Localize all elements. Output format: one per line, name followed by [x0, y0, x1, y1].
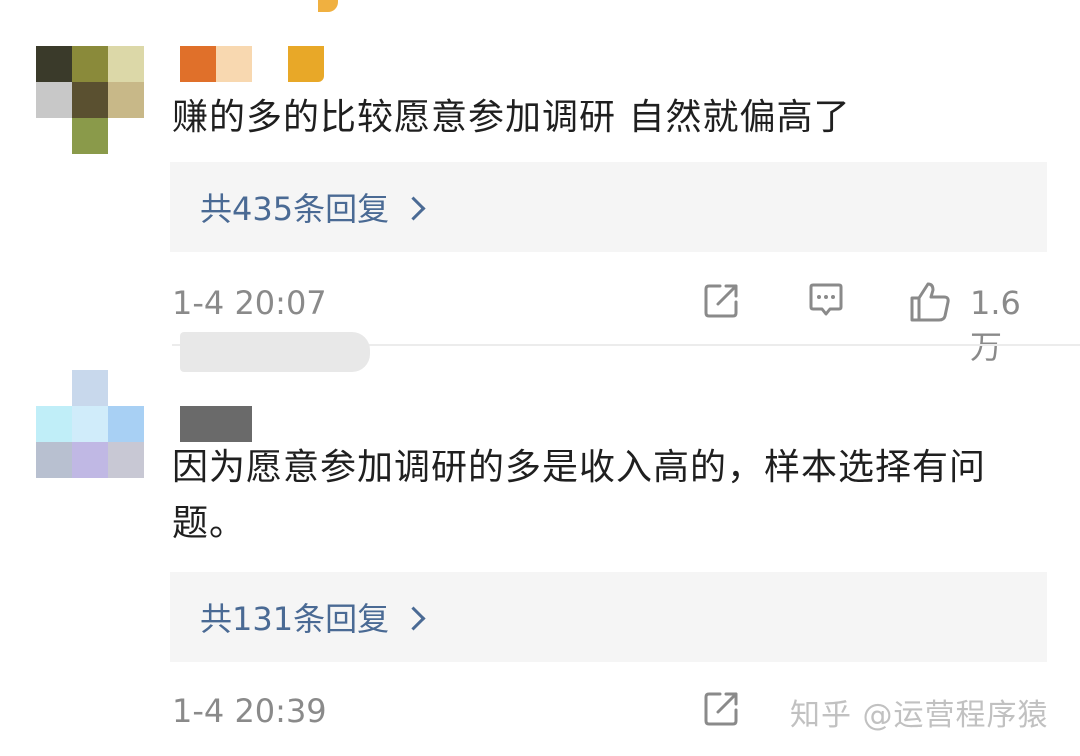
share-icon[interactable]: [702, 280, 742, 320]
username[interactable]: [180, 406, 252, 442]
comment-text: 因为愿意参加调研的多是收入高的，样本选择有问题。: [172, 447, 987, 544]
chevron-right-icon: [401, 195, 426, 221]
like-count: 1.6万: [970, 284, 1021, 366]
timestamp: 1-4 20:07: [172, 284, 327, 322]
reply-count-label: 共435条回复: [200, 190, 390, 228]
comment-icon[interactable]: [806, 280, 846, 320]
sticker-fragment: [318, 0, 338, 12]
watermark: 知乎 @运营程序猿: [790, 698, 1049, 733]
blurred-region: [180, 332, 370, 372]
timestamp: 1-4 20:39: [172, 692, 327, 730]
share-icon[interactable]: [702, 688, 742, 728]
chevron-right-icon: [401, 605, 426, 631]
view-replies-button[interactable]: 共131条回复: [170, 572, 1047, 662]
like-icon[interactable]: [908, 280, 952, 324]
comment-text: 赚的多的比较愿意参加调研 自然就偏高了: [172, 97, 851, 138]
username[interactable]: [180, 46, 324, 82]
avatar[interactable]: [36, 46, 144, 154]
comment-meta: 1-4 20:07 1.6万: [172, 280, 1047, 366]
view-replies-button[interactable]: 共435条回复: [170, 162, 1047, 252]
reply-count-label: 共131条回复: [200, 600, 390, 638]
avatar[interactable]: [36, 370, 144, 478]
